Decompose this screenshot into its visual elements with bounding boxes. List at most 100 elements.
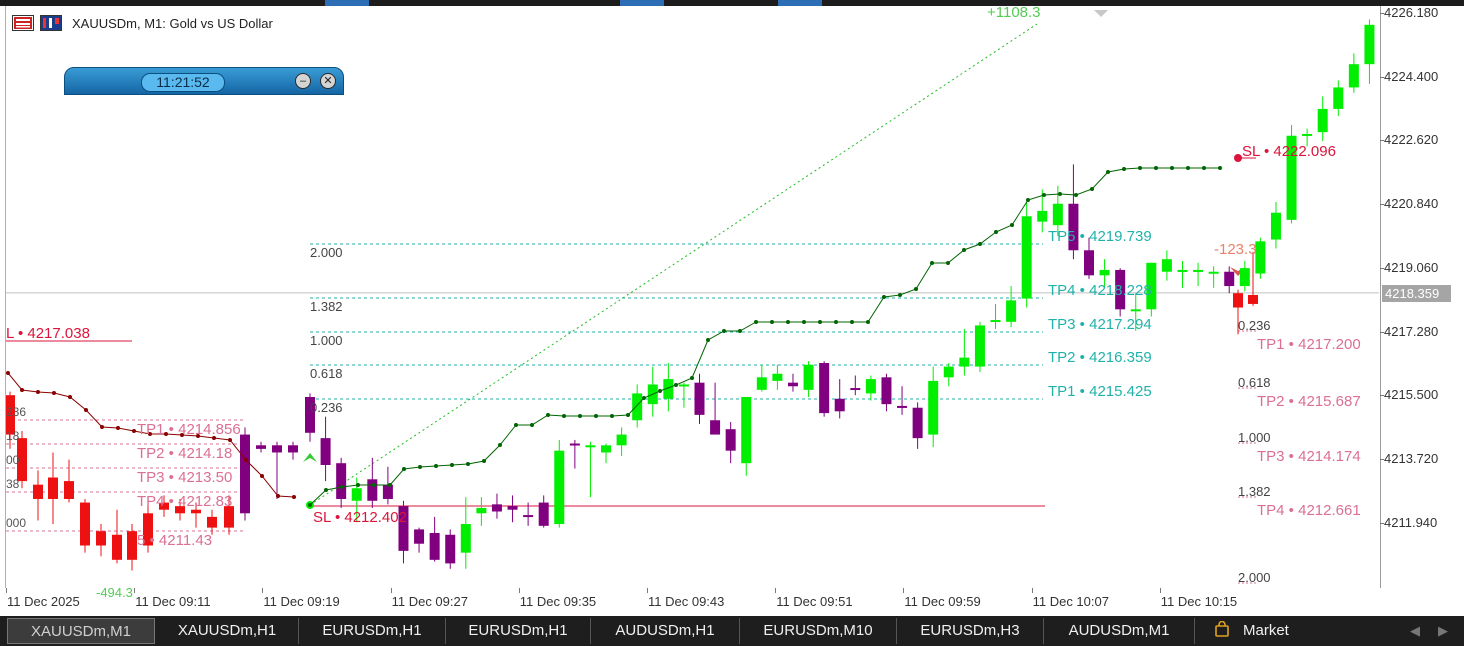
clock-panel[interactable]: 11:21:52 – ✕: [64, 67, 344, 95]
candle-body: [1333, 87, 1344, 109]
candle-body: [1458, 145, 1464, 200]
candle-body: [772, 373, 783, 381]
time-tick-mark: [6, 588, 7, 593]
prior-ratio-label: 38: [6, 477, 20, 491]
short-tp-label: TP4 • 4212.661: [1257, 502, 1361, 519]
prior-points-label: -494.3: [96, 585, 133, 600]
price-tick-label: 4217.280: [1384, 323, 1439, 339]
tab-audusdm-h1[interactable]: AUDUSDm,H1: [591, 618, 740, 644]
long-ratio-label: 0.236: [310, 400, 343, 415]
price-tick-label: 4226.180: [1384, 5, 1439, 20]
bars-icon[interactable]: [12, 15, 34, 31]
short-ratio-label: 1.000: [1238, 430, 1271, 445]
tab-market-label: Market: [1243, 622, 1289, 639]
tab-market[interactable]: Market: [1195, 618, 1313, 644]
trailing-stop-dot: [594, 414, 598, 418]
candle-body: [1193, 269, 1204, 272]
prior-candle-body: [207, 516, 217, 528]
tab-xauusdm-h1[interactable]: XAUUSDm,H1: [156, 618, 299, 644]
price-tick-label: 4213.720: [1384, 450, 1439, 466]
tab-eurusdm-m10[interactable]: EURUSDm,M10: [740, 618, 897, 644]
trailing-stop-dot: [466, 462, 470, 466]
trailing-stop-dot: [818, 320, 822, 324]
long-ratio-label: 1.000: [310, 333, 343, 348]
trailing-stop-dot: [562, 414, 566, 418]
trailing-stop-dot: [1186, 166, 1190, 170]
trailing-stop-dot: [658, 389, 662, 393]
candle-body: [1255, 241, 1266, 274]
trailing-stop-dot: [962, 248, 966, 252]
scroll-right-icon[interactable]: ▶: [1438, 623, 1448, 639]
trailing-stop-dot: [450, 463, 454, 467]
prior-tp-label: TP1 • 4214.856: [137, 421, 241, 438]
trailing-stop-dot: [850, 320, 854, 324]
time-tick-mark: [903, 588, 905, 593]
prior-sl-label: L • 4217.038: [6, 325, 90, 342]
prior-candle-body: [33, 484, 43, 499]
trailing-stop-dot: [866, 320, 870, 324]
prior-trailing-stop-dot: [244, 458, 248, 462]
trailing-stop-dot: [340, 485, 344, 489]
trailing-stop-dot: [1058, 192, 1062, 196]
trailing-stop-dot: [388, 483, 392, 487]
time-tick-label: 11 Dec 2025: [7, 594, 80, 609]
long-tp-label: TP1 • 4215.425: [1048, 383, 1152, 400]
candle-body: [959, 357, 970, 367]
trailing-stop-dot: [434, 464, 438, 468]
scroll-marker-icon: [1094, 10, 1108, 17]
candle-body: [569, 443, 580, 446]
tab-eurusdm-h3[interactable]: EURUSDm,H3: [897, 618, 1044, 644]
candle-body: [445, 534, 456, 564]
long-tp-label: TP4 • 4218.228: [1048, 282, 1152, 299]
close-button[interactable]: ✕: [320, 73, 336, 89]
candle-body: [632, 393, 643, 421]
tab-eurusdm-h1-2[interactable]: EURUSDm,H1: [446, 618, 591, 644]
time-tick-label: 11 Dec 09:27: [391, 594, 468, 609]
trailing-stop-dot: [372, 483, 376, 487]
prior-ratio-label: 00: [6, 453, 20, 467]
time-tick-label: 11 Dec 09:51: [776, 594, 853, 609]
candle-body: [601, 445, 612, 453]
prior-trailing-stop-dot: [100, 425, 104, 429]
trailing-stop-dot: [626, 413, 630, 417]
prior-tp-label: TP4 • 4212.83: [137, 493, 232, 510]
long-ratio-label: 0.618: [310, 366, 343, 381]
candle-body: [1302, 133, 1313, 136]
prior-trailing-stop-dot: [36, 390, 40, 394]
short-tp-label: TP3 • 4214.174: [1257, 448, 1361, 465]
short-ratio-label: 2.000: [1238, 570, 1271, 585]
tab-eurusdm-h1[interactable]: EURUSDm,H1: [299, 618, 446, 644]
candle-body: [881, 377, 892, 405]
short-tp-label: TP2 • 4215.687: [1257, 393, 1361, 410]
prior-trailing-stop-dot: [84, 408, 88, 412]
candle-body: [710, 420, 721, 435]
candle-body: [725, 429, 736, 451]
long-ratio-label: 1.382: [310, 299, 343, 314]
time-tick-mark: [647, 588, 648, 593]
candle-body: [476, 507, 487, 514]
prior-ratio-label: 236: [6, 405, 26, 419]
tab-xauusdm-m1[interactable]: XAUUSDm,M1: [7, 618, 155, 644]
time-tick-label: 11 Dec 10:15: [1160, 594, 1238, 609]
trailing-stop-dot: [546, 413, 550, 417]
prior-candle-body: [240, 434, 250, 514]
trading-icon[interactable]: [40, 15, 62, 31]
trailing-stop-dot: [530, 423, 534, 427]
short-points-label: -123.3: [1214, 241, 1257, 258]
time-tick-label: 11 Dec 09:11: [135, 594, 211, 609]
minimize-button[interactable]: –: [295, 73, 311, 89]
scroll-left-icon[interactable]: ◀: [1410, 623, 1420, 639]
prior-trailing-stop-dot: [20, 388, 24, 392]
prior-tp-label: TP2 • 4214.18: [137, 445, 232, 462]
candle-body: [990, 320, 1001, 323]
candle-body: [491, 504, 502, 512]
trailing-stop-dot: [418, 465, 422, 469]
prior-candle-body: [127, 531, 137, 560]
prior-candle-body: [288, 445, 298, 453]
tab-audusdm-m1[interactable]: AUDUSDm,M1: [1044, 618, 1195, 644]
candle-body: [1224, 271, 1235, 287]
candle-body: [1161, 259, 1172, 272]
trailing-stop-dot: [1138, 166, 1142, 170]
candle-body: [523, 515, 534, 518]
candle-body: [928, 380, 939, 435]
